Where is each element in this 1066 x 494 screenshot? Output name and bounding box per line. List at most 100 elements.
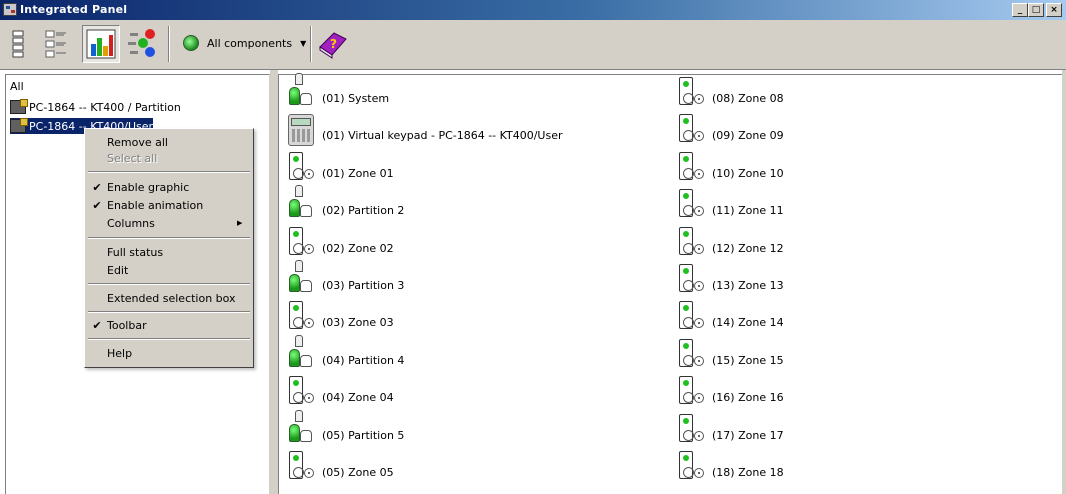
partition-entry[interactable]: (03) Partition 3 [287,260,404,298]
keypad-entry[interactable]: (01) Virtual keypad - PC-1864 -- KT400/U… [287,110,563,148]
partition-entry[interactable]: (02) Partition 2 [287,185,404,223]
menu-item-full-status[interactable]: Full status [87,243,251,261]
partition-icon [287,409,319,448]
menu-separator [88,283,250,285]
menu-item-columns[interactable]: Columns ▶ [87,214,251,232]
zone-entry[interactable]: (11) Zone 11 [677,185,784,223]
zone-icon [677,410,709,448]
tree-item-label: All [10,79,24,93]
zone-entry[interactable]: (18) Zone 18 [677,447,784,485]
tree-item-label: PC-1864 -- KT400 / Partition [29,100,181,114]
check-icon: ✔ [92,318,102,332]
app-icon[interactable] [3,3,17,16]
maximize-button[interactable]: □ [1028,3,1044,17]
partition-entry[interactable]: (04) Partition 4 [287,334,405,373]
zone-icon [287,372,319,410]
component-label: (11) Zone 11 [712,204,784,218]
components-view[interactable]: (01) System (01) Virtual keypad - PC-1864… [278,73,1062,494]
menu-item-enable-graphic[interactable]: ✔ Enable graphic [87,178,251,196]
zone-icon [677,447,709,485]
zone-icon [287,447,319,485]
component-label: (10) Zone 10 [712,166,784,180]
panel-icon [10,99,28,114]
context-menu: Remove all Select all ✔ Enable graphic ✔… [84,128,254,368]
window-controls: _ □ × [1012,3,1062,17]
window-title: Integrated Panel [20,3,128,16]
zone-icon [287,223,319,261]
title-bar: Integrated Panel _ □ × [0,0,1066,20]
tree-item-all[interactable]: All [10,78,24,94]
chevron-down-icon: ▼ [300,38,307,48]
component-label: (08) Zone 08 [712,92,784,105]
menu-item-help[interactable]: Help [87,344,251,362]
zone-entry[interactable]: (16) Zone 16 [677,372,784,410]
close-button[interactable]: × [1046,3,1062,17]
menu-item-toolbar[interactable]: ✔ Toolbar [87,316,251,334]
zone-icon [677,110,709,148]
zone-entry[interactable]: (01) Zone 01 [287,148,394,186]
zone-entry[interactable]: (10) Zone 10 [677,148,784,186]
animation-icon[interactable] [124,25,162,63]
component-label: (09) Zone 09 [712,129,784,143]
partition-entry[interactable]: (05) Partition 5 [287,409,405,448]
zone-entry[interactable]: (08) Zone 08 [677,73,784,111]
tree-item-partition-panel[interactable]: PC-1864 -- KT400 / Partition [10,99,181,115]
menu-item-edit[interactable]: Edit [87,261,251,279]
zone-entry[interactable]: (13) Zone 13 [677,260,784,298]
minimize-button[interactable]: _ [1012,3,1028,17]
menu-item-label: Help [107,346,133,360]
zone-entry[interactable]: (02) Zone 02 [287,223,394,261]
component-label: (05) Partition 5 [322,428,405,442]
zone-icon [677,335,709,373]
zone-entry[interactable]: (09) Zone 09 [677,110,784,148]
graphic-view-icon[interactable] [82,25,120,63]
menu-item-label: Extended selection box [107,291,236,305]
menu-separator [88,237,250,239]
panel-splitter[interactable] [270,70,278,494]
component-label: (03) Zone 03 [322,316,394,330]
zone-entry[interactable]: (03) Zone 03 [287,297,394,335]
component-filter-dropdown[interactable]: All components ▼ [180,30,310,56]
zone-icon [677,148,709,186]
zone-icon [677,260,709,298]
zone-entry[interactable]: (12) Zone 12 [677,223,784,261]
menu-item-label: Select all [107,151,158,165]
menu-separator [88,338,250,340]
component-label: (14) Zone 14 [712,316,784,330]
menu-separator [88,311,250,313]
details-list-icon[interactable] [36,25,76,63]
component-label: (04) Partition 4 [322,353,405,367]
menu-item-enable-animation[interactable]: ✔ Enable animation [87,196,251,214]
menu-separator [88,171,250,173]
window-edge [1062,70,1066,494]
partition-entry[interactable]: (01) System [287,73,389,111]
zone-entry[interactable]: (04) Zone 04 [287,372,394,410]
component-label: (02) Zone 02 [322,241,394,255]
help-book-icon[interactable]: ? [314,25,350,63]
component-label: (01) Zone 01 [322,166,394,180]
zone-entry[interactable]: (15) Zone 15 [677,335,784,373]
component-label: (15) Zone 15 [712,353,784,367]
menu-item-label: Columns [107,216,155,230]
toolbar-separator [310,26,312,62]
zone-entry[interactable]: (17) Zone 17 [677,410,784,448]
menu-item-extended-selection-box[interactable]: Extended selection box [87,289,251,307]
zone-entry[interactable]: (14) Zone 14 [677,297,784,335]
check-icon: ✔ [92,198,102,212]
panel-icon [10,118,28,133]
panel-list-icon[interactable] [6,25,30,63]
submenu-arrow-icon: ▶ [237,219,243,227]
status-led-icon [183,35,199,51]
partition-icon [287,185,319,223]
toolbar: All components ▼ ? [0,20,1066,70]
component-label: (05) Zone 05 [322,466,394,479]
zone-icon [677,185,709,223]
partition-icon [287,334,319,373]
component-label: (03) Partition 3 [322,279,405,292]
zone-entry[interactable]: (05) Zone 05 [287,447,394,485]
component-label: (01) Virtual keypad - PC-1864 -- KT400/U… [322,129,563,143]
menu-item-select-all[interactable]: Select all [87,149,251,167]
toolbar-separator [168,26,170,62]
menu-item-label: Edit [107,263,129,277]
partition-icon [287,260,319,298]
